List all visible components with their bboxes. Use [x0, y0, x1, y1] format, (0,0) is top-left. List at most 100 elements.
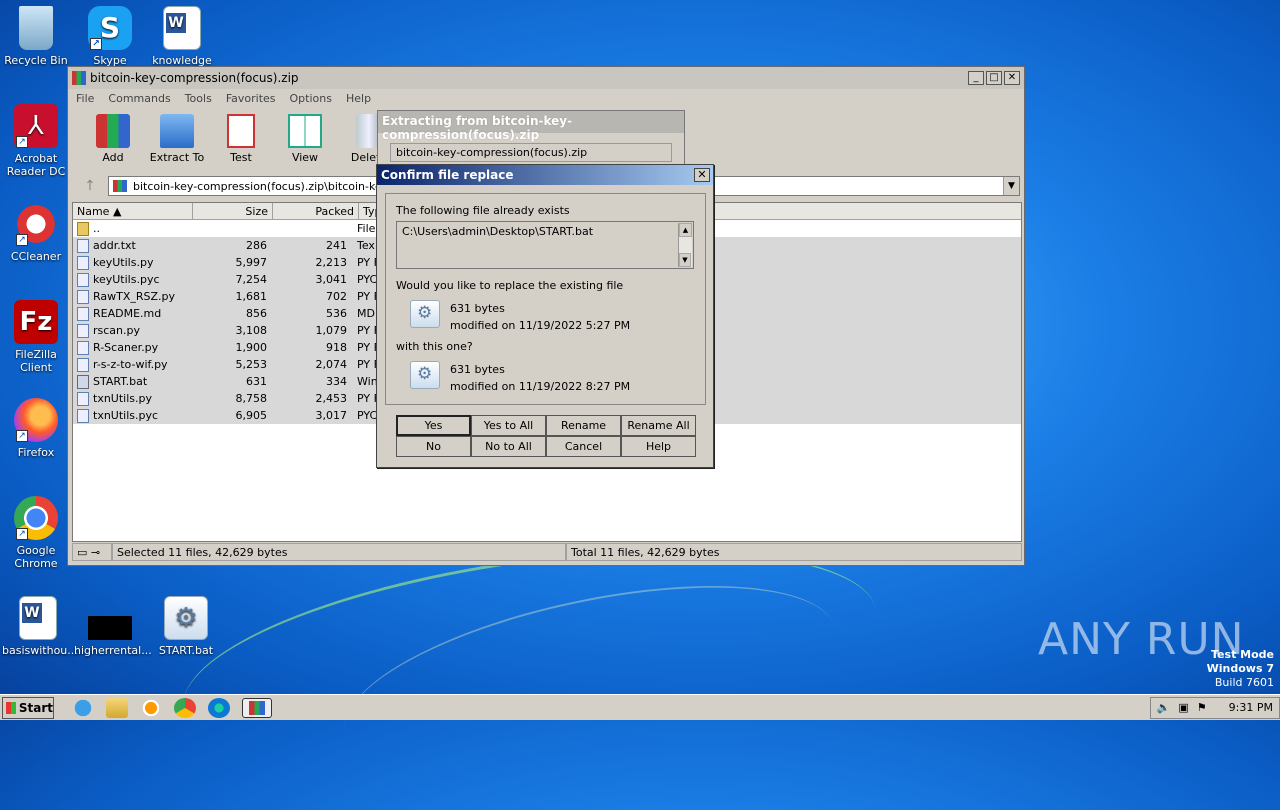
recycle-bin-icon — [19, 6, 53, 50]
word-document-icon: W — [19, 596, 57, 640]
desktop-icon-label: CCleaner — [10, 250, 62, 263]
menu-file[interactable]: File — [76, 92, 94, 105]
firefox-icon: ↗ — [14, 398, 58, 442]
desktop-icon-firefox[interactable]: ↗ Firefox — [0, 398, 72, 459]
media-player-icon[interactable] — [140, 697, 162, 718]
file-name: RawTX_RSZ.py — [93, 290, 176, 303]
desktop-icon-label: Firefox — [17, 446, 55, 459]
minimize-button[interactable]: _ — [968, 71, 984, 85]
file-size: 7,254 — [235, 273, 268, 286]
file-packed: 702 — [326, 290, 347, 303]
file-icon — [77, 289, 89, 304]
file-name: addr.txt — [93, 239, 136, 252]
no-button[interactable]: No — [396, 436, 471, 457]
test-button[interactable]: Test — [212, 114, 270, 172]
desktop-icon-recycle-bin[interactable]: Recycle Bin — [0, 6, 72, 67]
close-icon[interactable]: ✕ — [694, 168, 710, 182]
desktop-icon-basiswithou[interactable]: W basiswithou... — [2, 596, 78, 657]
ccleaner-icon: ↗ — [14, 202, 58, 246]
file-explorer-icon[interactable] — [106, 697, 128, 718]
maximize-button[interactable]: □ — [986, 71, 1002, 85]
up-arrow-icon[interactable]: ↑ — [72, 178, 108, 194]
column-packed[interactable]: Packed — [273, 203, 359, 219]
file-packed: 1,079 — [315, 324, 348, 337]
file-packed: 2,453 — [315, 392, 348, 405]
file-packed: 3,017 — [315, 409, 348, 422]
test-label: Test — [230, 151, 252, 164]
cancel-button[interactable]: Cancel — [546, 436, 621, 457]
status-bar: ▭ ⊸ Selected 11 files, 42,629 bytes Tota… — [72, 543, 1022, 561]
desktop-icon-chrome[interactable]: ↗ Google Chrome — [0, 496, 72, 570]
add-label: Add — [102, 151, 124, 164]
file-packed: 536 — [326, 307, 347, 320]
scroll-down-icon[interactable]: ▼ — [679, 253, 691, 267]
desktop-icon-filezilla[interactable]: Fz FileZilla Client — [0, 300, 72, 374]
confirm-titlebar[interactable]: Confirm file replace ✕ — [377, 165, 713, 185]
menu-help[interactable]: Help — [346, 92, 371, 105]
column-name[interactable]: Name ▲ — [73, 203, 193, 219]
menu-tools[interactable]: Tools — [185, 92, 212, 105]
skype-icon: S ↗ — [88, 6, 132, 50]
winrar-titlebar[interactable]: bitcoin-key-compression(focus).zip _ □ ✕ — [68, 67, 1024, 89]
clock[interactable]: 9:31 PM — [1229, 701, 1273, 714]
volume-icon[interactable]: 🔈 — [1157, 701, 1171, 714]
status-total: Total 11 files, 42,629 bytes — [566, 543, 1022, 561]
desktop-icon-higherrental[interactable]: higherrental... — [74, 596, 152, 657]
yes-to-all-button[interactable]: Yes to All — [471, 415, 546, 436]
desktop-icon-start-bat[interactable]: ⚙ START.bat — [150, 596, 222, 657]
window-title: bitcoin-key-compression(focus).zip — [90, 71, 299, 85]
book-icon — [288, 114, 322, 148]
file-icon — [77, 306, 89, 321]
system-tray: 🔈 ▣ ⚑ 9:31 PM — [1149, 696, 1280, 719]
test-mode-label: Test Mode Windows 7 Build 7601 — [1206, 648, 1274, 689]
file-name: txnUtils.py — [93, 392, 152, 405]
existing-modified: modified on 11/19/2022 5:27 PM — [450, 319, 631, 332]
yes-button[interactable]: Yes — [396, 415, 471, 436]
scrollbar[interactable]: ▲ ▼ — [678, 223, 692, 267]
extract-to-button[interactable]: Extract To — [148, 114, 206, 172]
file-name: R-Scaner.py — [93, 341, 159, 354]
question-label: Would you like to replace the existing f… — [396, 279, 624, 292]
file-icon — [77, 357, 89, 372]
batch-file-icon: ⚙ — [164, 596, 208, 640]
desktop-icon-label: Google Chrome — [14, 544, 58, 570]
checklist-icon — [227, 114, 255, 148]
rename-all-button[interactable]: Rename All — [621, 415, 696, 436]
add-button[interactable]: Add — [84, 114, 142, 172]
scroll-up-icon[interactable]: ▲ — [679, 223, 692, 237]
no-to-all-button[interactable]: No to All — [471, 436, 546, 457]
desktop-icon-ccleaner[interactable]: ↗ CCleaner — [0, 202, 72, 263]
extracting-title: Extracting from bitcoin-key-compression(… — [378, 111, 684, 142]
close-button[interactable]: ✕ — [1004, 71, 1020, 85]
desktop-icon-acrobat[interactable]: ⅄ ↗ Acrobat Reader DC — [0, 104, 72, 178]
column-size[interactable]: Size — [193, 203, 273, 219]
extracting-file: bitcoin-key-compression(focus).zip — [390, 143, 672, 162]
menubar: File Commands Tools Favorites Options He… — [68, 89, 1024, 108]
desktop-icon-label: Acrobat Reader DC — [6, 152, 66, 178]
network-icon[interactable]: ▣ — [1178, 701, 1188, 714]
help-button[interactable]: Help — [621, 436, 696, 457]
chevron-down-icon[interactable]: ▼ — [1003, 177, 1019, 195]
desktop-icon-knowledge[interactable]: W knowledge — [146, 6, 218, 67]
internet-explorer-icon[interactable] — [72, 697, 94, 718]
desktop-icon-skype[interactable]: S ↗ Skype — [74, 6, 146, 67]
menu-favorites[interactable]: Favorites — [226, 92, 276, 105]
menu-commands[interactable]: Commands — [108, 92, 170, 105]
menu-options[interactable]: Options — [290, 92, 332, 105]
chrome-icon[interactable] — [174, 697, 196, 718]
winrar-taskbar-button[interactable] — [242, 697, 272, 718]
view-button[interactable]: View — [276, 114, 334, 172]
action-center-flag-icon[interactable]: ⚑ — [1197, 701, 1207, 714]
exists-label: The following file already exists — [396, 204, 570, 217]
rename-button[interactable]: Rename — [546, 415, 621, 436]
file-size: 856 — [246, 307, 267, 320]
file-icon — [77, 391, 89, 406]
file-name: README.md — [93, 307, 162, 320]
desktop-icon-label: Recycle Bin — [4, 54, 68, 67]
edge-icon[interactable] — [208, 697, 230, 718]
file-name: .. — [93, 222, 100, 235]
start-button[interactable]: Start — [2, 696, 54, 719]
file-size: 1,681 — [235, 290, 268, 303]
acrobat-icon: ⅄ ↗ — [14, 104, 58, 148]
dialog-title: Confirm file replace — [381, 168, 514, 182]
